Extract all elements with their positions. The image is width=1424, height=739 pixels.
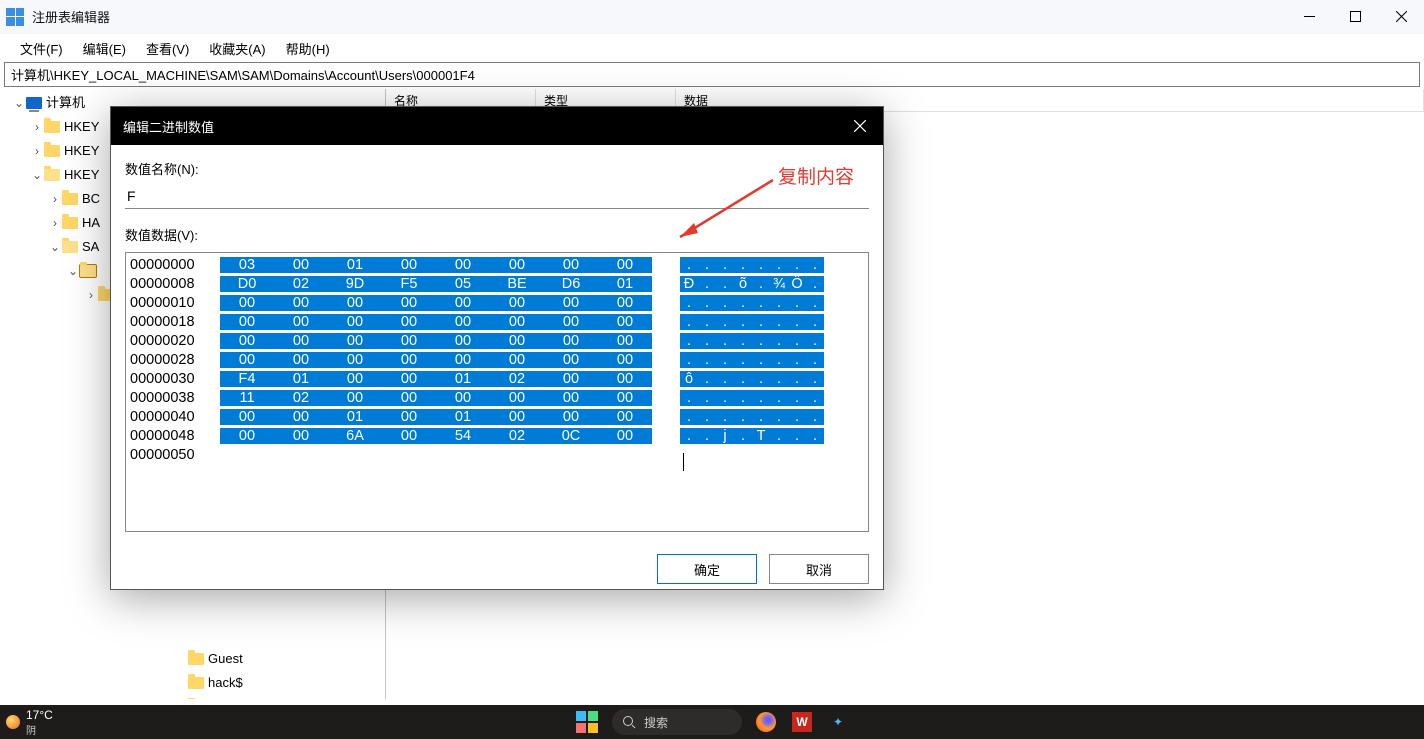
app-icon xyxy=(6,8,24,26)
app-icon[interactable]: ✦ xyxy=(828,712,848,732)
wps-icon[interactable]: W xyxy=(792,712,812,732)
start-button[interactable] xyxy=(576,711,598,733)
menu-help[interactable]: 帮助(H) xyxy=(276,35,340,62)
dialog-close-button[interactable] xyxy=(837,107,883,145)
taskbar-search[interactable]: 搜索 xyxy=(612,709,742,735)
annotation-text: 复制内容 xyxy=(778,162,854,189)
tree-wdag[interactable]: WDAGUtilityAccount xyxy=(0,695,385,699)
minimize-button[interactable] xyxy=(1286,0,1332,34)
titlebar: 注册表编辑器 xyxy=(0,0,1424,34)
cancel-button[interactable]: 取消 xyxy=(769,554,869,584)
window-title: 注册表编辑器 xyxy=(32,7,110,26)
address-bar[interactable]: 计算机\HKEY_LOCAL_MACHINE\SAM\SAM\Domains\A… xyxy=(4,62,1420,87)
weather-temp: 17°C xyxy=(26,708,53,722)
tree-guest[interactable]: Guest xyxy=(0,647,385,671)
weather-icon xyxy=(6,715,20,729)
maximize-button[interactable] xyxy=(1332,0,1378,34)
search-placeholder: 搜索 xyxy=(644,714,668,731)
taskbar: 17°C 阴 搜索 W ✦ xyxy=(0,705,1424,739)
tree-hack[interactable]: hack$ xyxy=(0,671,385,695)
weather-sub: 阴 xyxy=(26,722,53,737)
menu-favorites[interactable]: 收藏夹(A) xyxy=(199,35,275,62)
value-data-label: 数值数据(V): xyxy=(125,225,869,244)
search-icon xyxy=(622,715,636,729)
value-name-input[interactable] xyxy=(125,186,869,209)
value-name-label: 数值名称(N): xyxy=(125,159,869,178)
firefox-icon[interactable] xyxy=(756,712,776,732)
address-text: 计算机\HKEY_LOCAL_MACHINE\SAM\SAM\Domains\A… xyxy=(11,65,475,84)
edit-binary-dialog: 编辑二进制数值 数值名称(N): 数值数据(V): 00000000030001… xyxy=(110,106,884,590)
dialog-title: 编辑二进制数值 xyxy=(123,117,214,136)
taskbar-weather[interactable]: 17°C 阴 xyxy=(0,708,53,737)
close-button[interactable] xyxy=(1378,0,1424,34)
hex-editor[interactable]: 000000000300010000000000........00000008… xyxy=(125,252,869,532)
menubar: 文件(F) 编辑(E) 查看(V) 收藏夹(A) 帮助(H) xyxy=(0,34,1424,62)
dialog-titlebar: 编辑二进制数值 xyxy=(111,107,883,145)
menu-edit[interactable]: 编辑(E) xyxy=(73,35,136,62)
menu-view[interactable]: 查看(V) xyxy=(136,35,199,62)
ok-button[interactable]: 确定 xyxy=(657,554,757,584)
menu-file[interactable]: 文件(F) xyxy=(10,35,73,62)
